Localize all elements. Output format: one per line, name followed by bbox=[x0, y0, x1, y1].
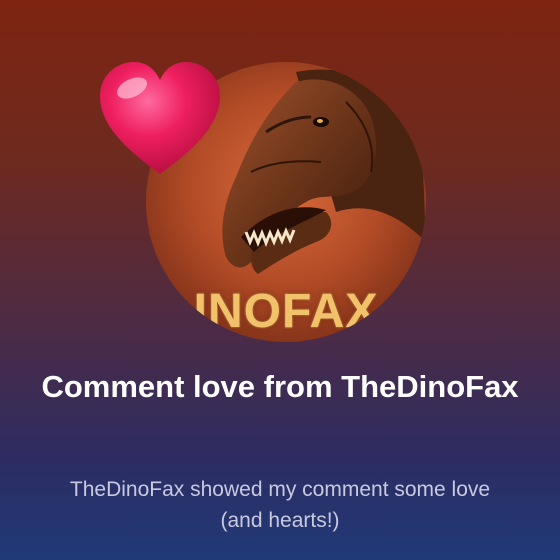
card-subtitle: TheDinoFax showed my comment some love (… bbox=[69, 478, 491, 532]
card-title: Comment love from TheDinoFax bbox=[41, 369, 519, 404]
comment-love-card: INOFAX Comment love from TheDinoFax TheD… bbox=[0, 0, 560, 560]
heart-icon bbox=[100, 62, 220, 174]
avatar-logo-text: INOFAX bbox=[193, 285, 379, 338]
